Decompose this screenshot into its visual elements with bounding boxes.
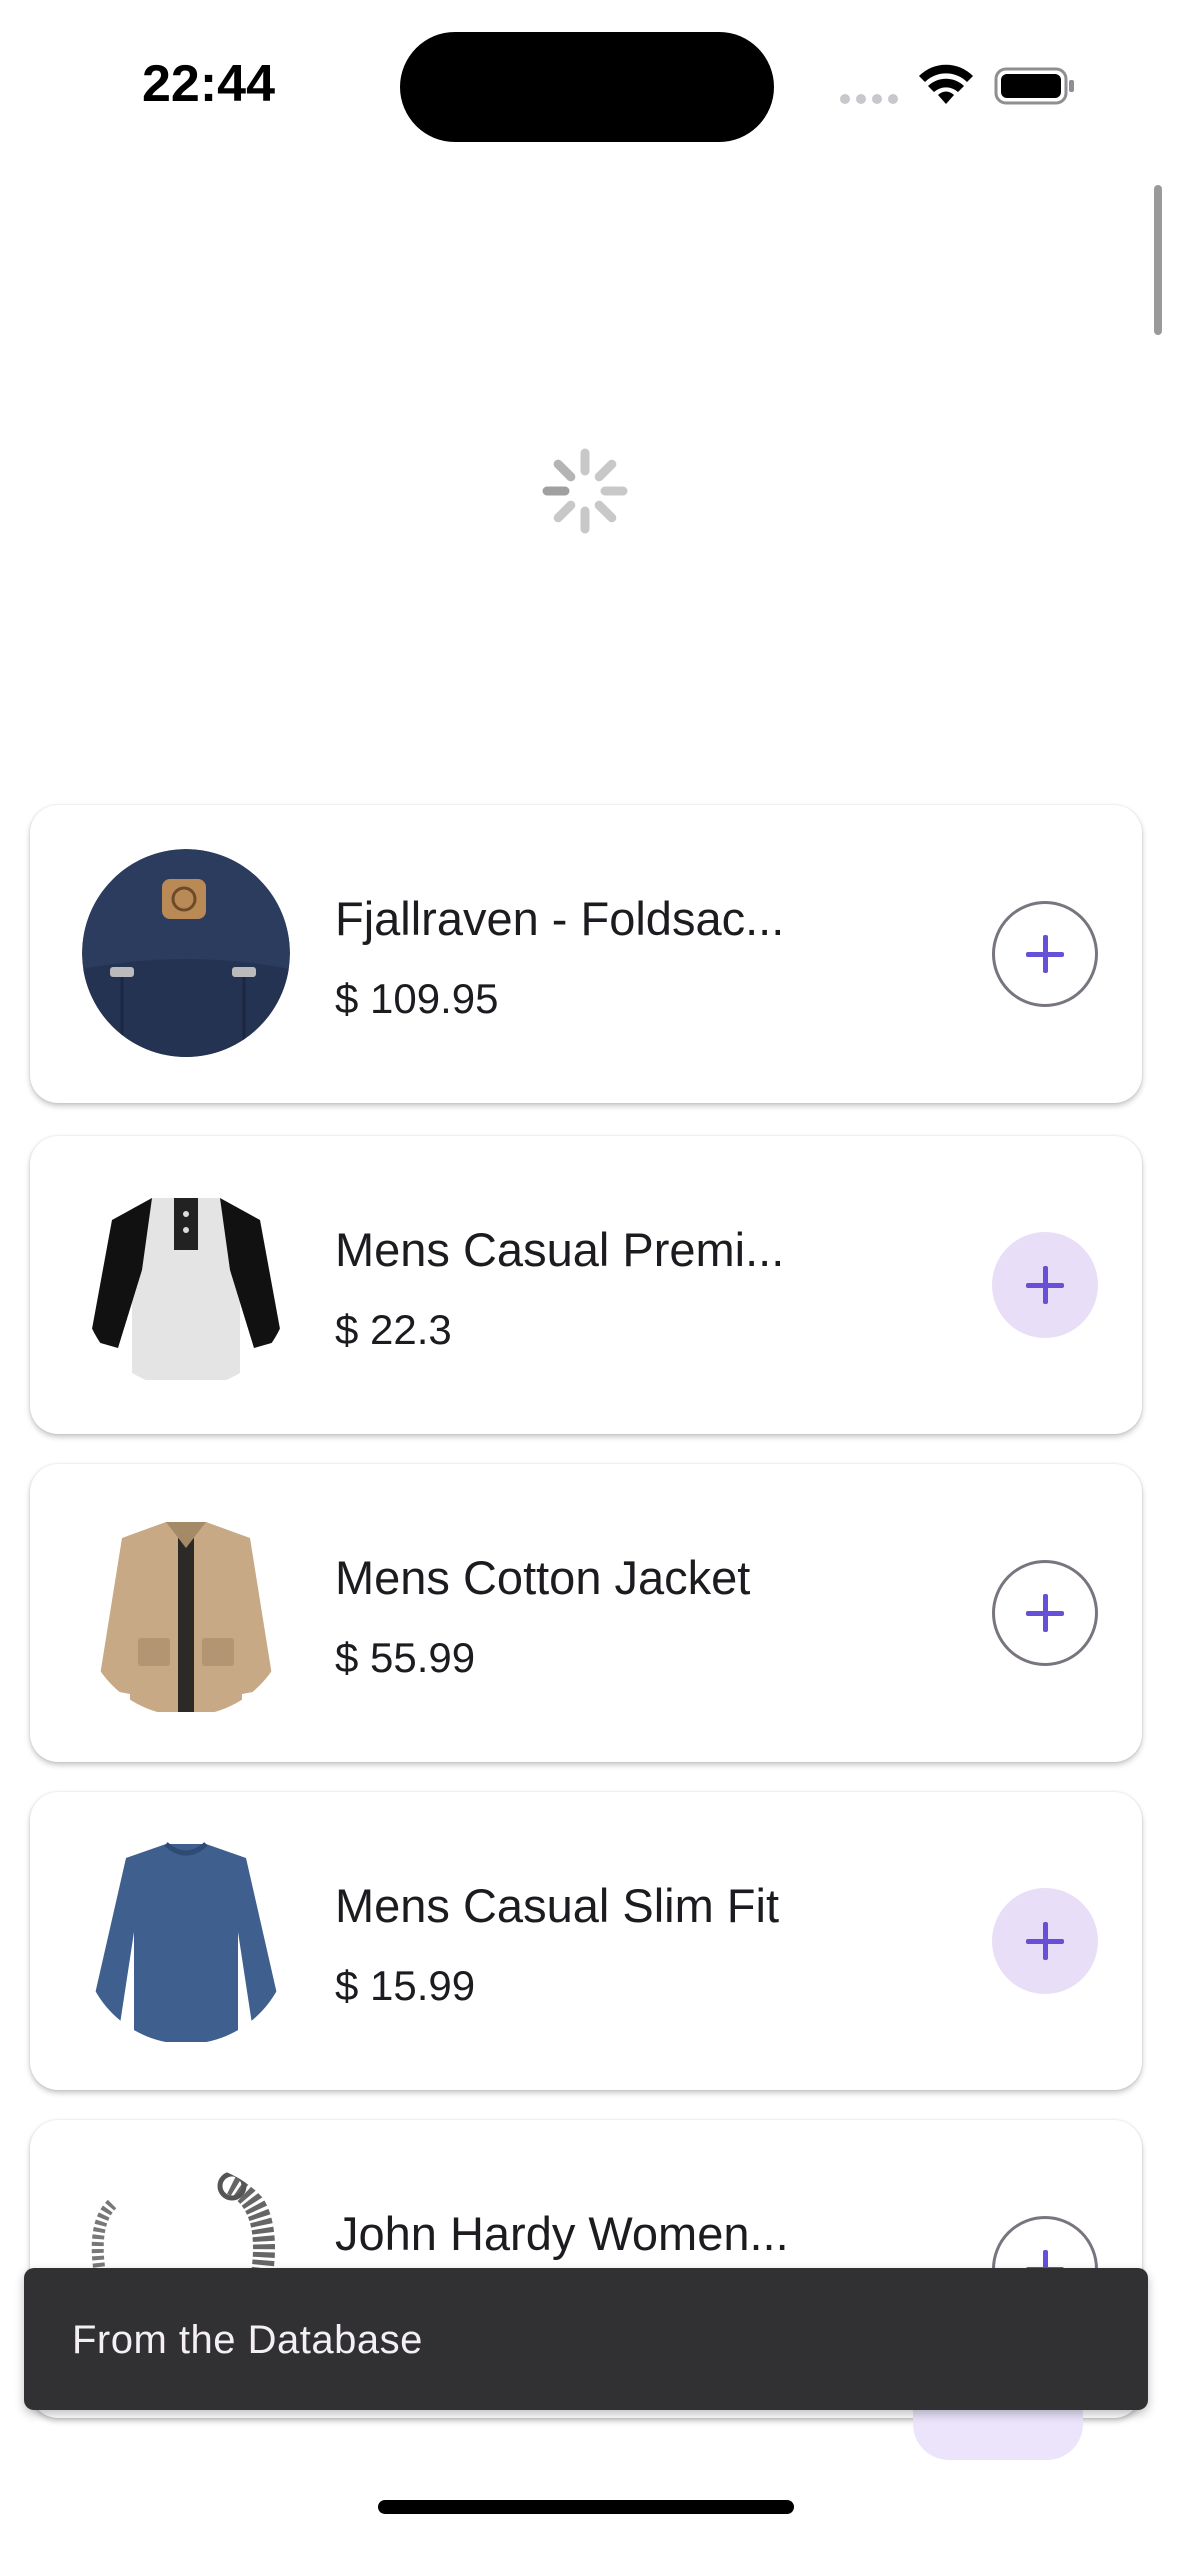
dynamic-island [400,32,774,142]
product-card[interactable]: Mens Cotton Jacket $ 55.99 [30,1464,1142,1762]
product-title: Mens Casual Slim Fit [335,1879,779,1932]
snackbar-message: From the Database [72,2318,423,2362]
product-title: Mens Cotton Jacket [335,1551,751,1604]
plus-icon [1026,935,1064,973]
wifi-icon [919,64,973,104]
slim-fit-shirt-image [82,1836,290,2044]
henley-shirt-image [82,1180,290,1388]
backpack-image [82,849,290,1057]
add-to-cart-button[interactable] [992,1232,1098,1338]
plus-icon [1026,1594,1064,1632]
add-to-cart-button[interactable] [992,1888,1098,1994]
product-price: $ 109.95 [335,975,499,1022]
product-price: $ 15.99 [335,1962,476,2009]
product-card[interactable]: Fjallraven - Foldsac... $ 109.95 [30,805,1142,1103]
product-title: Mens Casual Premi... [335,1223,785,1276]
product-title: John Hardy Women... [335,2207,789,2260]
home-indicator[interactable] [378,2500,794,2514]
product-price: $ 22.3 [335,1306,452,1353]
cotton-jacket-image [82,1508,290,1716]
plus-icon [1026,1266,1064,1304]
status-time: 22:44 [142,55,275,113]
app-screen: 22:44 Fjallraven - Foldsac... $ 109.95 M… [0,0,1179,2556]
plus-icon [1026,1922,1064,1960]
battery-icon [994,67,1074,105]
add-to-cart-button[interactable] [992,1560,1098,1666]
product-title: Fjallraven - Foldsac... [335,892,785,945]
scrollbar[interactable] [1154,185,1162,335]
snackbar: From the Database [24,2268,1148,2410]
product-price: $ 55.99 [335,1634,476,1681]
loading-spinner-icon [542,448,628,534]
add-to-cart-button[interactable] [992,901,1098,1007]
product-card[interactable]: Mens Casual Slim Fit $ 15.99 [30,1792,1142,2090]
cellular-signal-icon [840,94,898,104]
product-card[interactable]: Mens Casual Premi... $ 22.3 [30,1136,1142,1434]
